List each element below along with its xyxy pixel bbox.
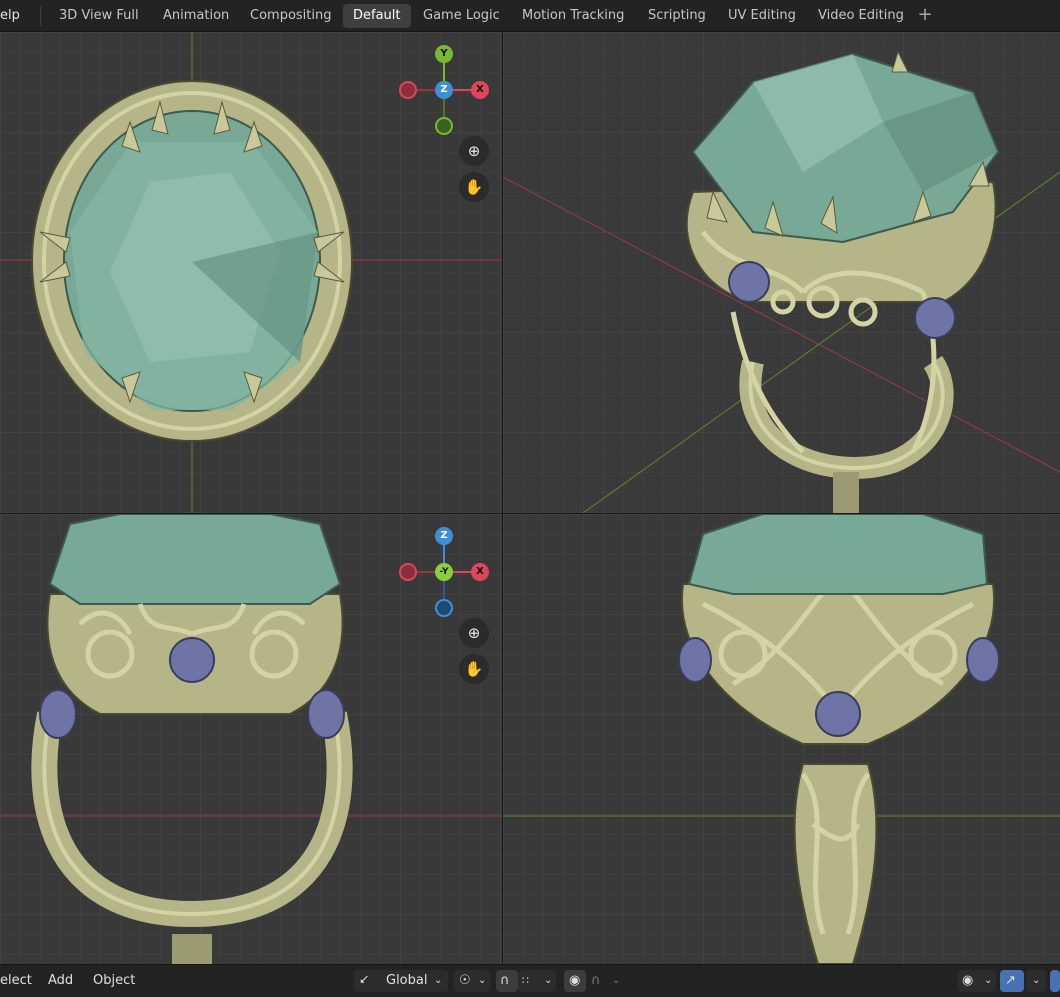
chevron-down-icon: ⌄ [984, 975, 993, 986]
tab-video-editing[interactable]: Video Editing [808, 4, 914, 28]
snap-increment-icon: ∷ [522, 974, 529, 987]
zoom-in-icon[interactable]: ⊕ [459, 136, 489, 166]
viewport-divider-horizontal[interactable] [0, 513, 1060, 514]
gizmo-axis-neg-x[interactable] [399, 563, 417, 581]
gizmo-axis-neg-z[interactable] [435, 599, 453, 617]
workspace-tab-bar: elp 3D View Full Animation Compositing D… [0, 0, 1060, 32]
chevron-down-icon: ⌄ [612, 975, 621, 986]
proportional-edit-icon: ◉ [569, 973, 581, 988]
menu-separator [40, 6, 41, 26]
tab-game-logic[interactable]: Game Logic [413, 4, 510, 28]
viewport-top-view[interactable]: Y Z X ⊕ ✋ [0, 32, 502, 513]
select-menu[interactable]: elect [0, 973, 32, 988]
visibility-icon: ◉ [962, 973, 974, 988]
gizmo-axis-neg-y[interactable]: -Y [435, 563, 453, 581]
help-menu[interactable]: elp [0, 8, 20, 23]
tab-scripting[interactable]: Scripting [638, 4, 716, 28]
ring-perspective-render [503, 50, 1060, 513]
snap-toggle[interactable]: ∩ [496, 970, 518, 992]
ring-side-render [503, 514, 1060, 964]
gizmo-axis-z[interactable]: Z [435, 81, 453, 99]
viewport-divider-vertical[interactable] [502, 32, 503, 964]
tab-uv-editing[interactable]: UV Editing [718, 4, 806, 28]
falloff-dropdown[interactable]: ∩ ⌄ [586, 970, 624, 992]
gizmo-axis-x[interactable]: X [471, 563, 489, 581]
chevron-down-icon: ⌄ [434, 975, 443, 986]
tab-animation[interactable]: Animation [153, 4, 239, 28]
snap-icon: ∩ [500, 973, 510, 988]
snap-target-dropdown[interactable]: ∷ ⌄ [518, 970, 556, 992]
chevron-down-icon: ⌄ [1032, 975, 1041, 986]
object-menu[interactable]: Object [93, 973, 135, 988]
transform-orientation-icon: ⭩ [360, 973, 369, 988]
gizmo-axis-neg-x[interactable] [399, 81, 417, 99]
gizmo-axis-z[interactable]: Z [435, 527, 453, 545]
viewport-header-bar: elect Add Object ⭩ Global ⌄ ☉ ⌄ ∩ ∷ ⌄ ◉ … [0, 964, 1060, 997]
transform-orientation-dropdown[interactable]: ⭩ Global ⌄ [354, 970, 448, 992]
hand-icon[interactable]: ✋ [459, 654, 489, 684]
gizmo-toggle[interactable]: ↗ [1000, 970, 1024, 992]
pivot-icon: ☉ [459, 973, 471, 988]
transform-orientation-label: Global [386, 973, 428, 988]
overlay-toggle[interactable] [1050, 970, 1060, 992]
gizmo-icon: ↗ [1005, 973, 1016, 988]
chevron-down-icon: ⌄ [544, 975, 553, 986]
viewport-perspective[interactable] [503, 32, 1060, 513]
tab-default[interactable]: Default [343, 4, 411, 28]
tab-motion-tracking[interactable]: Motion Tracking [512, 4, 634, 28]
gizmo-axis-x[interactable]: X [471, 81, 489, 99]
tab-compositing[interactable]: Compositing [240, 4, 342, 28]
gizmo-axis-y[interactable]: Y [435, 45, 453, 63]
proportional-edit-toggle[interactable]: ◉ [564, 970, 586, 992]
add-menu[interactable]: Add [48, 973, 73, 988]
viewport-side-view[interactable] [503, 514, 1060, 964]
gizmo-axis-neg-y[interactable] [435, 117, 453, 135]
chevron-down-icon: ⌄ [478, 975, 487, 986]
visibility-dropdown[interactable]: ◉ ⌄ [958, 970, 996, 992]
gizmo-dropdown[interactable]: ⌄ [1026, 970, 1046, 992]
hand-icon[interactable]: ✋ [459, 172, 489, 202]
falloff-icon: ∩ [591, 973, 601, 988]
add-workspace-button[interactable]: + [914, 4, 936, 28]
zoom-in-icon[interactable]: ⊕ [459, 618, 489, 648]
pivot-point-dropdown[interactable]: ☉ ⌄ [454, 970, 490, 992]
viewport-front-view[interactable]: Z -Y X ⊕ ✋ [0, 514, 502, 964]
tab-3d-view-full[interactable]: 3D View Full [49, 4, 149, 28]
